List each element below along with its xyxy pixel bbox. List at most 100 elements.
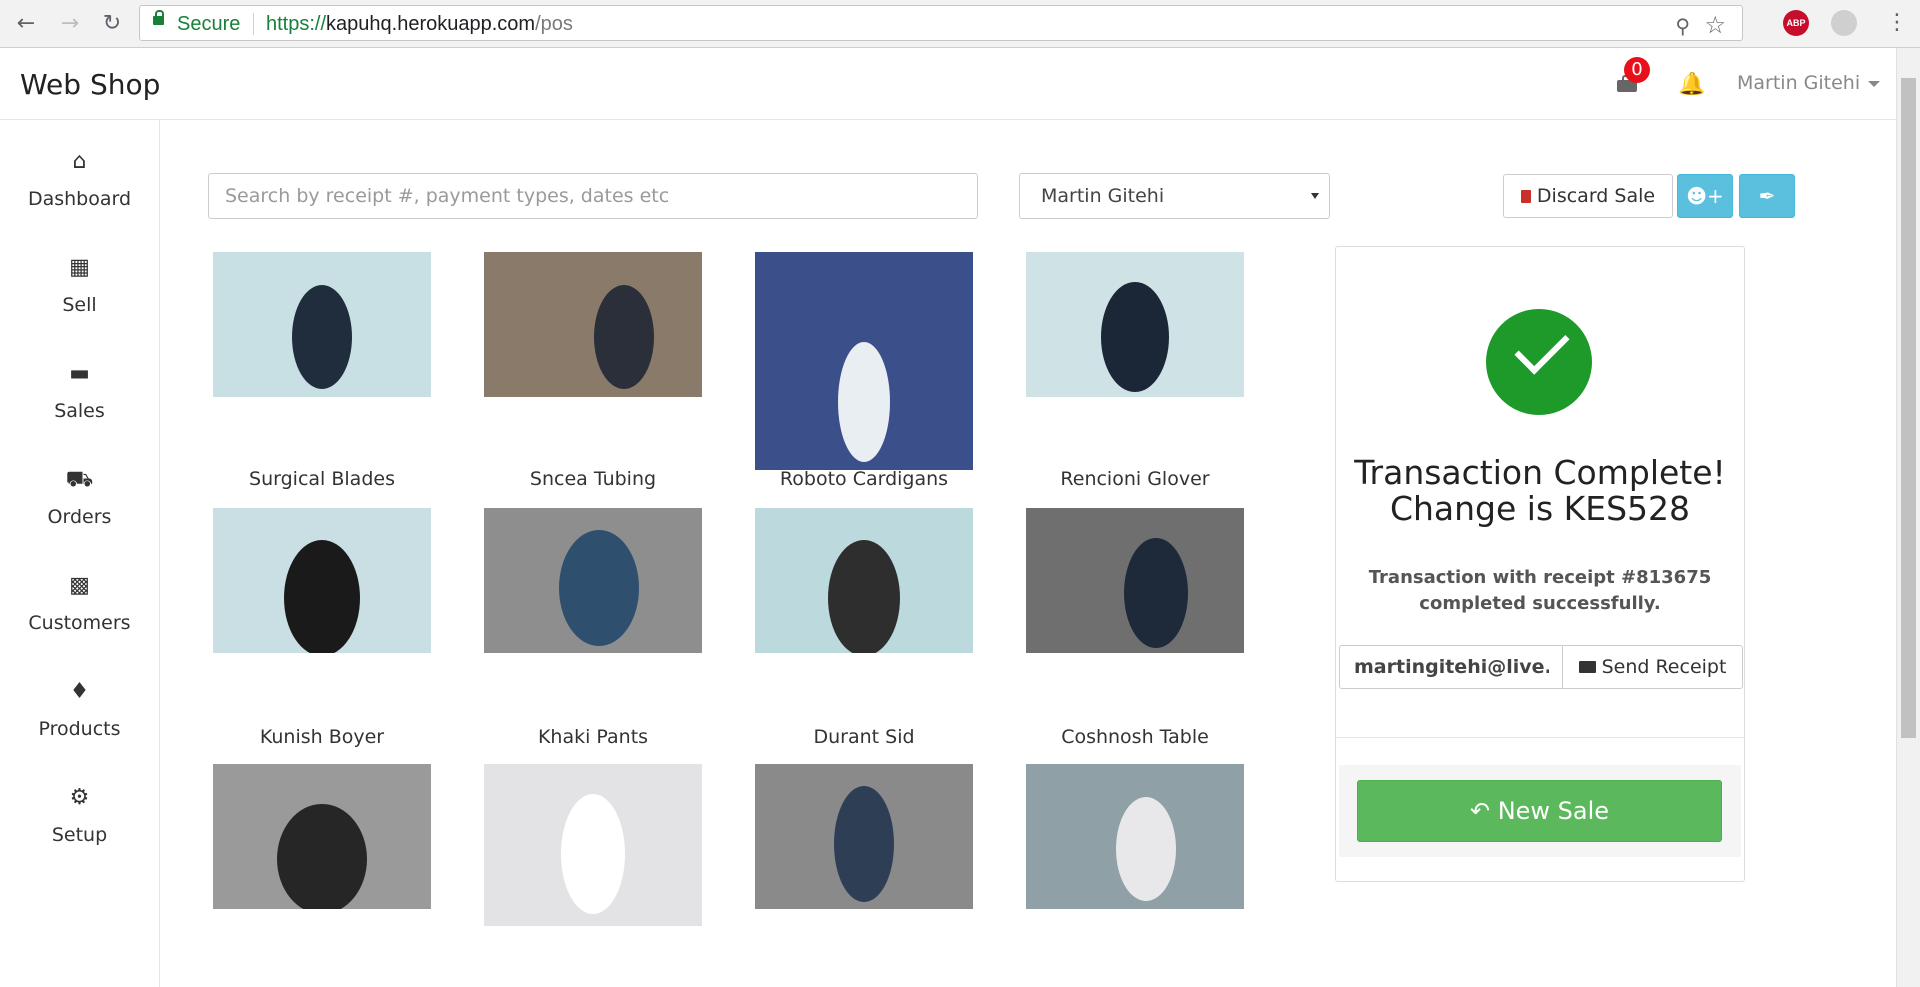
product-image — [755, 508, 973, 656]
truck-icon: ⛟ — [65, 467, 94, 492]
product-image — [1026, 508, 1244, 653]
search-input[interactable] — [208, 173, 978, 219]
product-name: Surgical Blades — [249, 468, 395, 490]
product-name: Durant Sid — [813, 726, 915, 748]
gears-icon: ⚙ — [69, 785, 90, 810]
customer-selected-value: Martin Gitehi — [1041, 185, 1165, 207]
sidebar-item-label: Customers — [28, 612, 131, 634]
product-image — [213, 252, 431, 397]
product-photo — [755, 764, 973, 909]
transaction-title-line1: Transaction Complete! — [1354, 453, 1726, 492]
transaction-panel: Transaction Complete! Change is KES528 T… — [1335, 246, 1745, 882]
sidebar-item-customers[interactable]: ▩ Customers — [0, 572, 159, 634]
send-receipt-button[interactable]: Send Receipt — [1562, 645, 1743, 689]
calculator-icon: ▦ — [69, 255, 90, 280]
credit-card-icon: ▬ — [69, 361, 90, 386]
panel-divider — [1336, 737, 1744, 738]
url-separator — [253, 13, 254, 35]
envelope-icon — [1578, 661, 1596, 673]
product-photo — [213, 252, 431, 397]
transaction-message: Transaction with receipt #813675 complet… — [1368, 567, 1712, 614]
receipt-email-input[interactable] — [1339, 645, 1563, 689]
customer-select[interactable]: Martin Gitehi — [1019, 173, 1330, 219]
product-photo — [213, 764, 431, 914]
lock-icon — [153, 10, 164, 25]
change-amount: Change is KES528 — [1389, 489, 1691, 528]
url-text: https://kapuhq.herokuapp.com/pos — [266, 13, 573, 35]
product-photo — [213, 508, 431, 656]
discard-sale-button[interactable]: Discard Sale — [1503, 174, 1673, 218]
attach-button[interactable]: ✒ — [1739, 174, 1795, 218]
back-arrow-icon[interactable]: ← — [12, 10, 40, 38]
new-sale-label: New Sale — [1497, 797, 1610, 825]
brand-title[interactable]: Web Shop — [20, 68, 160, 101]
sidebar-item-label: Sell — [62, 294, 97, 316]
scrollbar-thumb[interactable] — [1901, 78, 1916, 738]
user-plus-icon: ☻+ — [1686, 184, 1724, 208]
product-name: Khaki Pants — [537, 726, 649, 748]
new-sale-button[interactable]: ↶ New Sale — [1357, 780, 1722, 842]
bell-icon[interactable]: 🔔 — [1678, 72, 1705, 97]
user-menu[interactable]: Martin Gitehi — [1737, 72, 1881, 94]
add-customer-button[interactable]: ☻+ — [1677, 174, 1733, 218]
trash-icon — [1520, 190, 1531, 203]
transaction-title: Transaction Complete! Change is KES528 — [1336, 455, 1744, 527]
success-check-icon — [1486, 309, 1592, 415]
send-receipt-label: Send Receipt — [1601, 656, 1727, 678]
product-image — [484, 764, 702, 926]
sidebar-item-label: Setup — [51, 824, 108, 846]
zoom-icon[interactable]: ⚲ — [1675, 14, 1690, 38]
address-book-icon: ▩ — [69, 573, 90, 598]
sidebar: ⌂ Dashboard ▦ Sell ▬ Sales ⛟ Orders ▩ Cu… — [0, 120, 160, 987]
product-name: Kunish Boyer — [259, 726, 385, 748]
product-image — [755, 764, 973, 909]
address-bar[interactable]: Secure https://kapuhq.herokuapp.com/pos … — [139, 5, 1743, 41]
sidebar-item-products[interactable]: ♦ Products — [0, 678, 159, 740]
sidebar-item-setup[interactable]: ⚙ Setup — [0, 784, 159, 846]
product-photo — [484, 508, 702, 653]
reload-icon[interactable]: ↻ — [98, 10, 126, 38]
sidebar-item-label: Sales — [54, 400, 105, 422]
product-image — [484, 252, 702, 397]
product-name: Coshnosh Table — [1061, 726, 1209, 748]
tags-icon: ♦ — [69, 679, 90, 704]
app-header: Web Shop 0 🔔 Martin Gitehi — [0, 48, 1896, 120]
product-photo — [1026, 764, 1244, 909]
product-image — [1026, 252, 1244, 397]
home-icon: ⌂ — [72, 149, 87, 174]
select-arrow-icon — [1311, 193, 1319, 199]
product-name: Rencioni Glover — [1060, 468, 1210, 490]
sidebar-item-label: Orders — [47, 506, 112, 528]
product-photo — [484, 764, 702, 926]
browser-toolbar: ← → ↻ Secure https://kapuhq.herokuapp.co… — [0, 0, 1920, 48]
product-name: Sncea Tubing — [529, 468, 657, 490]
product-photo — [755, 252, 973, 470]
product-image — [755, 252, 973, 470]
product-image — [213, 508, 431, 656]
reply-arrow-icon: ↶ — [1469, 797, 1491, 825]
caret-down-icon — [1868, 80, 1881, 87]
product-name: Roboto Cardigans — [779, 468, 949, 490]
product-image — [213, 764, 431, 914]
sidebar-item-sales[interactable]: ▬ Sales — [0, 360, 159, 422]
forward-arrow-icon[interactable]: → — [56, 10, 84, 38]
bookmark-star-icon[interactable]: ☆ — [1704, 11, 1726, 39]
user-name: Martin Gitehi — [1737, 72, 1861, 94]
secure-label: Secure — [177, 13, 241, 35]
product-photo — [484, 252, 702, 397]
sidebar-item-orders[interactable]: ⛟ Orders — [0, 466, 159, 528]
sidebar-item-sell[interactable]: ▦ Sell — [0, 254, 159, 316]
product-photo — [1026, 508, 1244, 653]
product-image — [1026, 764, 1244, 909]
cart-count-badge: 0 — [1624, 57, 1650, 83]
product-photo — [1026, 252, 1244, 397]
extension-icon[interactable] — [1831, 10, 1857, 36]
sidebar-item-label: Dashboard — [27, 188, 132, 210]
product-photo — [755, 508, 973, 656]
sidebar-item-dashboard[interactable]: ⌂ Dashboard — [0, 148, 159, 210]
page-scrollbar[interactable] — [1896, 48, 1920, 987]
browser-menu-icon[interactable]: ⋮ — [1886, 10, 1908, 35]
adblock-icon[interactable]: ABP — [1783, 10, 1809, 36]
sidebar-item-label: Products — [38, 718, 121, 740]
discard-sale-label: Discard Sale — [1536, 185, 1656, 207]
